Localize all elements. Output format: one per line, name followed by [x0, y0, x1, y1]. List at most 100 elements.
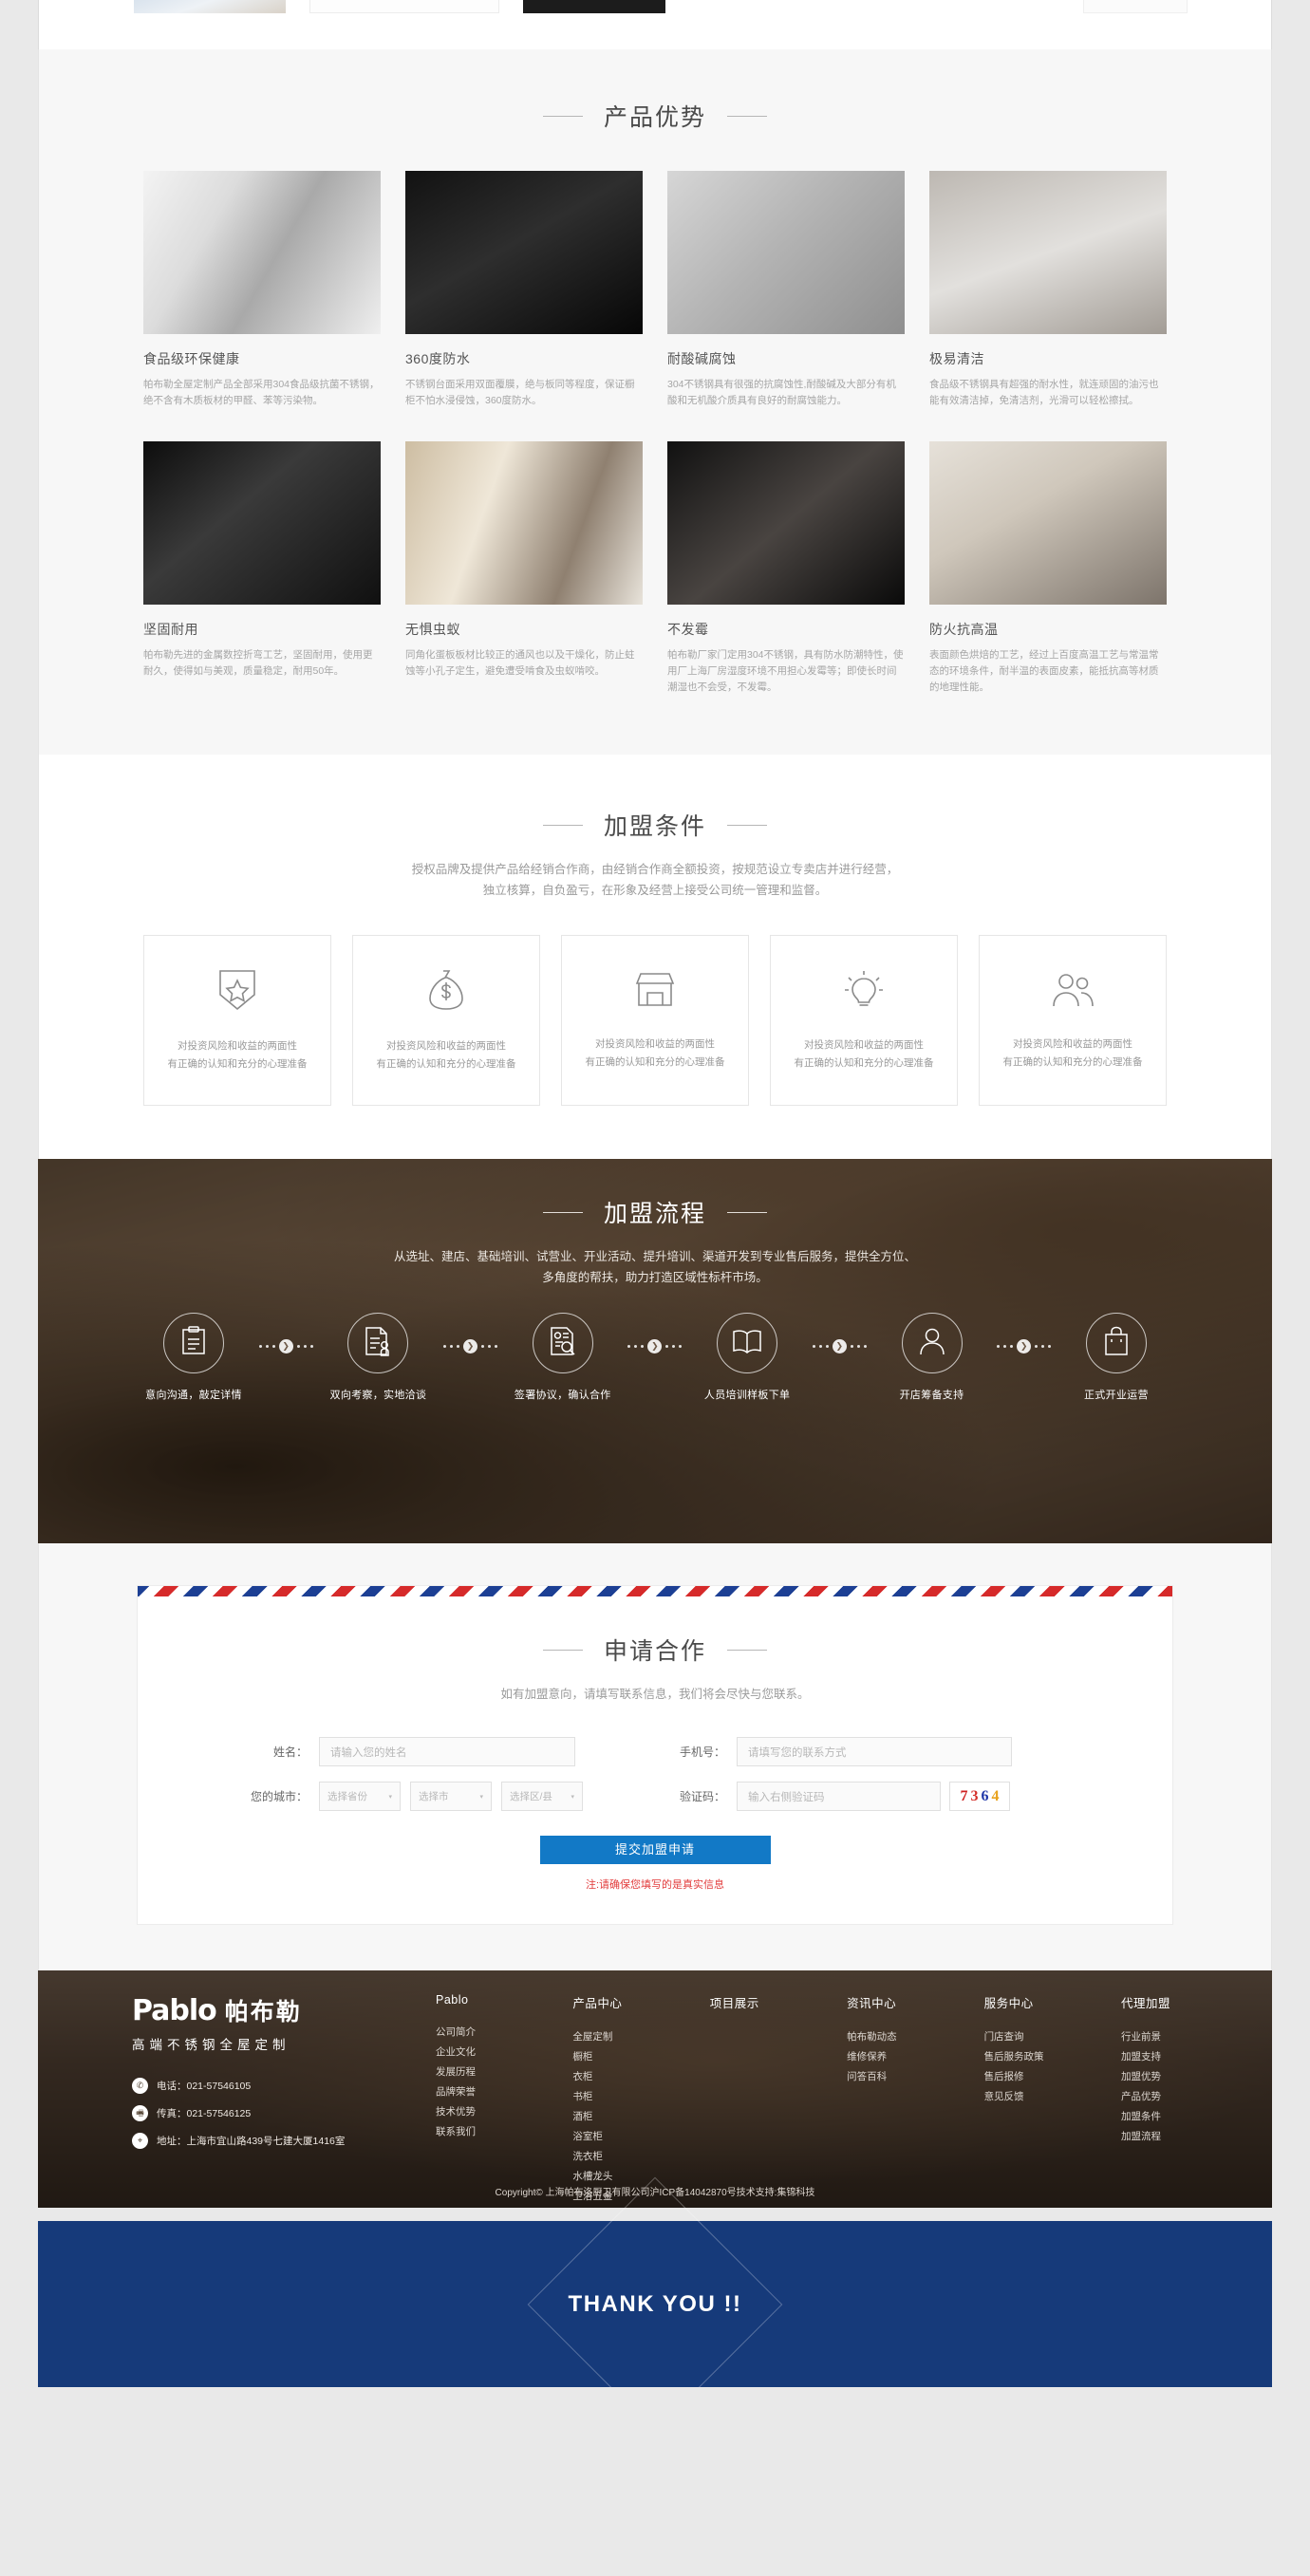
step-label: 人员培训样板下单: [703, 1390, 791, 1401]
submit-area: 提交加盟申请: [237, 1836, 1073, 1864]
advantage-card[interactable]: 无惧虫蚁 同角化蛋板板材比较正的通风也以及干燥化，防止蛀蚀等小孔子定生，避免遭受…: [405, 441, 643, 696]
footer-link[interactable]: 加盟条件: [1121, 2107, 1191, 2127]
advantage-title: 防火抗高温: [929, 622, 999, 637]
footer-link[interactable]: 橱柜: [572, 2047, 643, 2067]
captcha-input[interactable]: 输入右侧验证码: [737, 1782, 941, 1811]
footer-link[interactable]: 技术优势: [436, 2102, 506, 2122]
condition-card[interactable]: 对投资风险和收益的两面性 有正确的认知和充分的心理准备: [143, 935, 331, 1106]
connector-dot: [271, 1345, 275, 1348]
conditions-subtitle-line1: 授权品牌及提供产品给经销合作商，由经销合作商全额投资，按规范设立专卖店并进行经营…: [411, 863, 899, 876]
process-steps: 意向沟通，敲定详情 ❯ 双向考察，实地洽谈 ❯ 签署协议，确认合作 ❯ 人员培训…: [133, 1313, 1177, 1404]
advantage-title: 极易清洁: [929, 351, 984, 366]
step-label: 正式开业运营: [1083, 1390, 1149, 1401]
process-step[interactable]: 开店筹备支持: [871, 1313, 993, 1404]
footer-link[interactable]: 公司简介: [436, 2023, 506, 2043]
step-circle: [901, 1313, 963, 1373]
footer-link[interactable]: 衣柜: [572, 2067, 643, 2087]
heading-rule-right: [727, 1649, 767, 1651]
footer-link[interactable]: 企业文化: [436, 2043, 506, 2063]
join-conditions-section: 加盟条件 授权品牌及提供产品给经销合作商，由经销合作商全额投资，按规范设立专卖店…: [38, 755, 1272, 1159]
chevron-right-icon: ❯: [832, 1339, 847, 1353]
contact-address-text: 地址：上海市宜山路439号七建大厦1416室: [157, 2136, 346, 2147]
step-connector: ❯: [997, 1313, 1052, 1353]
footer-link[interactable]: 浴室柜: [572, 2127, 643, 2147]
province-select[interactable]: 选择省份 ▾: [319, 1782, 401, 1811]
footer-link[interactable]: 洗衣柜: [572, 2147, 643, 2167]
contact-address: ⌖ 地址：上海市宜山路439号七建大厦1416室: [132, 2133, 403, 2149]
footer-link[interactable]: 产品优势: [1121, 2087, 1191, 2107]
footer-link[interactable]: 联系我们: [436, 2122, 506, 2142]
location-icon: ⌖: [132, 2133, 148, 2149]
advantage-card[interactable]: 极易清洁 食品级不锈钢具有超强的耐水性，就连顽固的油污也能有效清洁掉，免清洁剂，…: [929, 171, 1167, 409]
phone-field-group: 手机号： 请填写您的联系方式: [655, 1737, 1073, 1766]
advantage-card[interactable]: 不发霉 帕布勒厂家门定用304不锈钢，具有防水防潮特性，使用厂上海厂房湿度环境不…: [667, 441, 905, 696]
district-select[interactable]: 选择区/县 ▾: [501, 1782, 583, 1811]
city-select[interactable]: 选择市 ▾: [410, 1782, 492, 1811]
gallery-thumb-3: [523, 0, 665, 13]
captcha-image[interactable]: 7 3 6 4: [949, 1782, 1010, 1811]
phone-input[interactable]: 请填写您的联系方式: [737, 1737, 1012, 1766]
footer-link[interactable]: 酒柜: [572, 2107, 643, 2127]
landing-page: 产品优势 食品级环保健康 帕布勒全屋定制产品全部采用304食品级抗菌不锈钢，绝不…: [0, 0, 1310, 2387]
condition-card[interactable]: 对投资风险和收益的两面性 有正确的认知和充分的心理准备: [770, 935, 958, 1106]
step-circle: [1085, 1313, 1147, 1373]
footer-link[interactable]: 意见反馈: [984, 2087, 1055, 2107]
submit-application-button[interactable]: 提交加盟申请: [539, 1836, 771, 1864]
thank-you-text: THANK YOU !!: [568, 2290, 742, 2317]
advantage-title: 耐酸碱腐蚀: [667, 351, 737, 366]
advantage-card[interactable]: 耐酸碱腐蚀 304不锈钢具有很强的抗腐蚀性,耐酸碱及大部分有机酸和无机酸介质具有…: [667, 171, 905, 409]
advantage-title: 不发霉: [667, 622, 709, 637]
user-icon: [919, 1327, 945, 1360]
footer-link[interactable]: 发展历程: [436, 2063, 506, 2082]
footer-link[interactable]: 加盟支持: [1121, 2047, 1191, 2067]
process-step[interactable]: 签署协议，确认合作: [502, 1313, 624, 1404]
footer-column-title: 资讯中心: [847, 1997, 897, 2010]
footer-link[interactable]: 问答百科: [847, 2067, 917, 2087]
advantage-card[interactable]: 坚固耐用 帕布勒先进的金属数控折弯工艺，坚固耐用，使用更耐久，使得如与美观，质量…: [143, 441, 381, 696]
captcha-char: 7: [960, 1787, 968, 1804]
footer-link[interactable]: 品牌荣誉: [436, 2082, 506, 2102]
condition-card[interactable]: 对投资风险和收益的两面性 有正确的认知和充分的心理准备: [979, 935, 1167, 1106]
step-circle: [532, 1313, 593, 1373]
advantage-photo: [667, 171, 905, 334]
advantage-title: 360度防水: [405, 351, 471, 366]
footer-link[interactable]: 行业前景: [1121, 2027, 1191, 2047]
footer-link[interactable]: 书柜: [572, 2087, 643, 2107]
process-subtitle: 从选址、建店、基础培训、试营业、开业活动、提升培训、渠道开发到专业售后服务，提供…: [38, 1246, 1272, 1288]
process-step[interactable]: 双向考察，实地洽谈: [317, 1313, 439, 1404]
brand-logo[interactable]: Pablo 帕布勒: [132, 1993, 403, 2027]
connector-dot: [634, 1345, 638, 1348]
city-label: 您的城市：: [250, 1790, 308, 1803]
footer-link[interactable]: 全屋定制: [572, 2027, 643, 2047]
step-circle: [717, 1313, 778, 1373]
footer-link[interactable]: 门店查询: [984, 2027, 1055, 2047]
footer-column-pablo: Pablo 公司简介 企业文化 发展历程 品牌荣誉 技术优势 联系我们: [436, 1993, 506, 2207]
connector-dot: [443, 1345, 447, 1348]
advantage-card[interactable]: 食品级环保健康 帕布勒全屋定制产品全部采用304食品级抗菌不锈钢，绝不含有木质板…: [143, 171, 381, 409]
footer-link[interactable]: 维修保养: [847, 2047, 917, 2067]
advantage-photo: [143, 441, 381, 605]
footer-link[interactable]: 帕布勒动态: [847, 2027, 917, 2047]
footer-link[interactable]: 售后服务政策: [984, 2047, 1055, 2067]
advantage-photo: [405, 171, 643, 334]
process-step[interactable]: 人员培训样板下单: [686, 1313, 808, 1404]
footer-link[interactable]: 加盟流程: [1121, 2127, 1191, 2147]
process-step[interactable]: 意向沟通，敲定详情: [133, 1313, 254, 1404]
connector-dot: [309, 1345, 313, 1348]
connector-dot: [1048, 1345, 1052, 1348]
advantage-card[interactable]: 360度防水 不锈钢台面采用双面覆膜，绝与板同等程度，保证橱柜不怕水浸侵蚀，36…: [405, 171, 643, 409]
contract-stamp-icon: [364, 1326, 392, 1361]
connector-dot: [825, 1345, 829, 1348]
footer-link[interactable]: 售后报修: [984, 2067, 1055, 2087]
advantage-desc: 同角化蛋板板材比较正的通风也以及干燥化，防止蛀蚀等小孔子定生，避免遭受啃食及虫蚁…: [405, 649, 635, 677]
province-select-value: 选择省份: [328, 1791, 367, 1802]
footer-link[interactable]: 加盟优势: [1121, 2067, 1191, 2087]
process-step[interactable]: 正式开业运营: [1056, 1313, 1177, 1404]
advantage-photo: [143, 171, 381, 334]
condition-card[interactable]: 对投资风险和收益的两面性 有正确的认知和充分的心理准备: [352, 935, 540, 1106]
condition-text: 对投资风险和收益的两面性 有正确的认知和充分的心理准备: [1003, 1036, 1143, 1072]
condition-text: 对投资风险和收益的两面性 有正确的认知和充分的心理准备: [377, 1037, 516, 1073]
condition-card[interactable]: 对投资风险和收益的两面性 有正确的认知和充分的心理准备: [561, 935, 749, 1106]
name-input[interactable]: 请输入您的姓名: [319, 1737, 575, 1766]
advantage-card[interactable]: 防火抗高温 表面颜色烘焙的工艺，经过上百度高温工艺与常温常态的环境条件，耐半温的…: [929, 441, 1167, 696]
